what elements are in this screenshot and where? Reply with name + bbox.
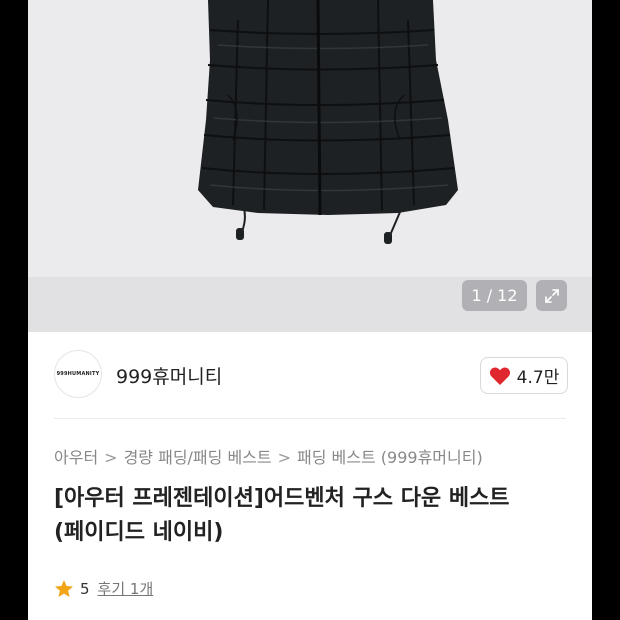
heart-icon: [489, 366, 510, 385]
section-divider: [54, 418, 566, 419]
rating-row: 5 후기 1개: [54, 578, 153, 599]
rating-value: 5: [80, 579, 90, 598]
image-counter: 1 / 12: [462, 280, 527, 311]
breadcrumb-separator: >: [104, 448, 118, 467]
expand-icon: [544, 288, 559, 303]
like-button[interactable]: 4.7만: [480, 357, 568, 394]
breadcrumb: 아우터 > 경량 패딩/패딩 베스트 > 패딩 베스트 (999휴머니티): [54, 444, 483, 468]
product-page: 1 / 12 999HUMANITY 999휴머니티 4.7만 아우터 > 경량 패…: [28, 0, 592, 620]
product-image-gallery[interactable]: 1 / 12: [28, 0, 592, 332]
review-link[interactable]: 후기 1개: [98, 578, 154, 599]
breadcrumb-item[interactable]: 패딩 베스트 (999휴머니티): [297, 448, 483, 467]
product-title-line: [아우터 프레젠테이션]어드벤처 구스 다운 베스트: [54, 486, 510, 511]
like-count: 4.7만: [516, 368, 560, 388]
breadcrumb-item[interactable]: 아우터: [54, 448, 98, 467]
expand-button[interactable]: [536, 280, 567, 311]
product-title-line: (페이디드 네이비): [54, 520, 224, 545]
breadcrumb-item[interactable]: 경량 패딩/패딩 베스트: [124, 448, 272, 467]
breadcrumb-separator: >: [277, 448, 292, 467]
star-icon: [55, 579, 73, 597]
product-title: [아우터 프레젠테이션]어드벤처 구스 다운 베스트 (페이디드 네이비): [54, 482, 574, 550]
seller-logo[interactable]: 999HUMANITY: [54, 350, 102, 398]
seller-name[interactable]: 999휴머니티: [116, 362, 222, 389]
